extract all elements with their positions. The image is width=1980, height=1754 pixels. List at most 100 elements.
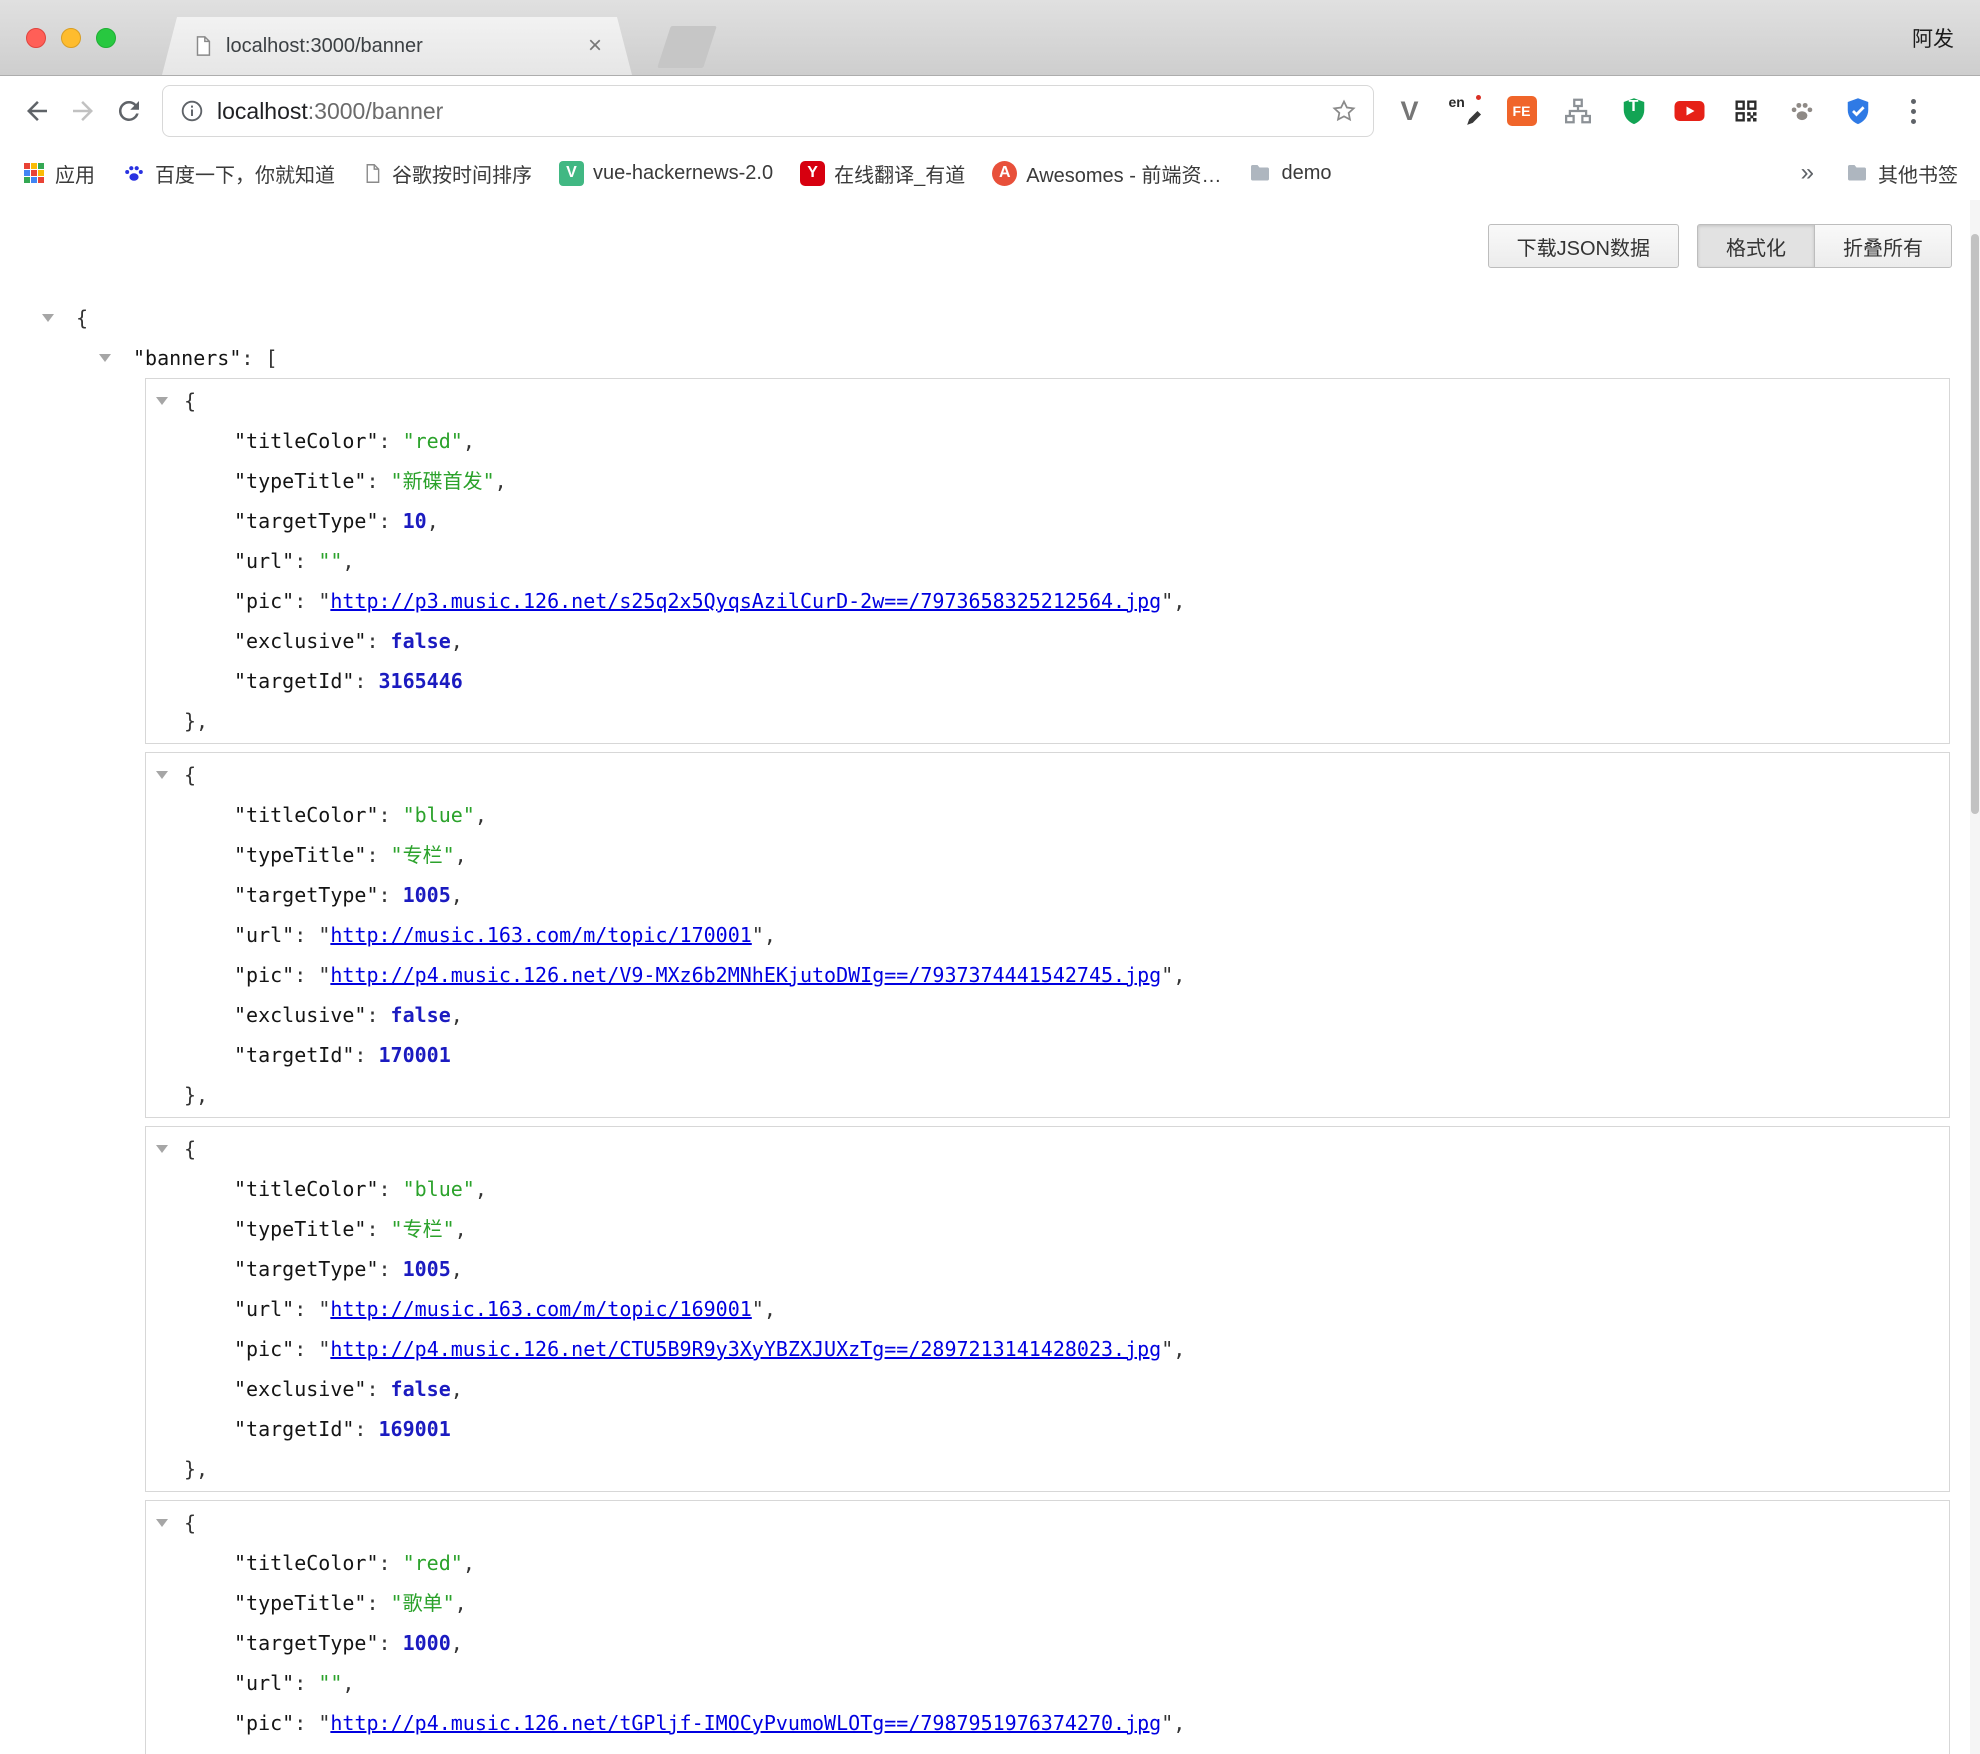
youtube-icon xyxy=(1673,99,1706,123)
browser-tab[interactable]: localhost:3000/banner × xyxy=(162,17,632,75)
json-url-link[interactable]: http://p4.music.126.net/CTU5B9R9y3XyYBZX… xyxy=(330,1337,1161,1361)
qr-code-icon xyxy=(1732,97,1760,125)
other-bookmarks[interactable]: 其他书签 xyxy=(1845,159,1958,188)
json-url-link[interactable]: http://p4.music.126.net/V9-MXz6b2MNhEKju… xyxy=(330,963,1161,987)
back-button[interactable] xyxy=(14,88,60,134)
url-path: :3000/banner xyxy=(308,98,444,124)
scrollbar-thumb[interactable] xyxy=(1971,234,1979,814)
extension-qr-button[interactable] xyxy=(1727,91,1764,131)
download-json-button[interactable]: 下载JSON数据 xyxy=(1488,224,1679,268)
folder-icon xyxy=(1845,161,1869,185)
json-line: "exclusive": false, xyxy=(146,995,1949,1035)
format-button[interactable]: 格式化 xyxy=(1697,224,1815,268)
collapse-triangle-icon[interactable] xyxy=(156,771,168,779)
window-minimize-button[interactable] xyxy=(61,28,81,48)
json-line: "typeTitle": "专栏", xyxy=(146,835,1949,875)
json-line: "titleColor": "blue", xyxy=(146,1169,1949,1209)
bookmark-label: 应用 xyxy=(55,159,95,188)
bookmark-vue-hackernews[interactable]: V vue-hackernews-2.0 xyxy=(559,161,773,186)
extension-fe-button[interactable]: FE xyxy=(1503,91,1540,131)
extension-youtube-button[interactable] xyxy=(1671,91,1708,131)
scrollbar-track[interactable] xyxy=(1970,200,1980,1754)
collapse-triangle-icon[interactable] xyxy=(156,1519,168,1527)
bookmark-awesomes[interactable]: A Awesomes - 前端资… xyxy=(992,159,1221,188)
reload-button[interactable] xyxy=(106,88,152,134)
paw-icon xyxy=(1788,97,1816,125)
json-array-item: {"titleColor": "blue","typeTitle": "专栏",… xyxy=(145,752,1950,1118)
vimium-icon: V xyxy=(1400,96,1418,127)
window-close-button[interactable] xyxy=(26,28,46,48)
json-line: "exclusive": false, xyxy=(146,1743,1949,1754)
new-tab-button[interactable] xyxy=(657,26,717,68)
json-array-item: {"titleColor": "red","typeTitle": "歌单","… xyxy=(145,1500,1950,1754)
json-line: }, xyxy=(146,701,1949,741)
format-collapse-group: 格式化 折叠所有 xyxy=(1697,224,1952,268)
json-line: "titleColor": "blue", xyxy=(146,795,1949,835)
extension-shield-t-button[interactable]: T xyxy=(1615,91,1652,131)
other-bookmarks-label: 其他书签 xyxy=(1878,159,1958,188)
json-line: { xyxy=(146,755,1949,795)
json-line: }, xyxy=(146,1075,1949,1115)
forward-arrow-icon xyxy=(68,96,98,126)
bookmark-youdao-translate[interactable]: Y 在线翻译_有道 xyxy=(800,159,965,188)
extension-paw-button[interactable] xyxy=(1783,91,1820,131)
json-line: "pic": "http://p4.music.126.net/tGPljf-I… xyxy=(146,1703,1949,1743)
bookmark-baidu[interactable]: 百度一下，你就知道 xyxy=(122,159,335,188)
bookmarks-overflow-chevron[interactable]: » xyxy=(1797,159,1818,187)
json-line: "typeTitle": "新碟首发", xyxy=(146,461,1949,501)
window-controls xyxy=(26,28,116,48)
collapse-triangle-icon[interactable] xyxy=(156,397,168,405)
json-line: "targetId": 170001 xyxy=(146,1035,1949,1075)
extension-orgchart-button[interactable] xyxy=(1559,91,1596,131)
extension-shield-check-button[interactable] xyxy=(1839,91,1876,131)
json-line: "typeTitle": "歌单", xyxy=(146,1583,1949,1623)
bookmark-label: demo xyxy=(1281,162,1331,185)
forward-button[interactable] xyxy=(60,88,106,134)
bookmark-label: 谷歌按时间排序 xyxy=(392,159,532,188)
json-line: "targetType": 1000, xyxy=(146,1623,1949,1663)
json-line: "targetType": 1005, xyxy=(146,1249,1949,1289)
extension-translate-button[interactable]: en xyxy=(1447,91,1484,131)
browser-menu-button[interactable] xyxy=(1895,91,1932,131)
bookmark-label: 在线翻译_有道 xyxy=(834,159,965,188)
url-bar[interactable]: localhost:3000/banner xyxy=(162,85,1374,137)
baidu-paw-icon xyxy=(122,161,146,185)
json-line: "url": "http://music.163.com/m/topic/170… xyxy=(146,915,1949,955)
json-url-link[interactable]: http://p4.music.126.net/tGPljf-IMOCyPvum… xyxy=(330,1711,1161,1735)
collapse-triangle-icon[interactable] xyxy=(156,1145,168,1153)
blue-shield-icon xyxy=(1843,96,1873,126)
json-url-link[interactable]: http://music.163.com/m/topic/169001 xyxy=(330,1297,751,1321)
org-chart-icon xyxy=(1563,96,1593,126)
extensions-row: V en FE T xyxy=(1391,91,1932,131)
json-url-link[interactable]: http://p3.music.126.net/s25q2x5QyqsAzilC… xyxy=(330,589,1161,613)
page-content: 下载JSON数据 格式化 折叠所有 {"banners": [{"titleCo… xyxy=(0,200,1980,1754)
url-text: localhost:3000/banner xyxy=(217,98,1319,125)
json-line: "url": "http://music.163.com/m/topic/169… xyxy=(146,1289,1949,1329)
vue-icon: V xyxy=(559,161,584,186)
tab-title: localhost:3000/banner xyxy=(226,35,576,58)
page-info-icon[interactable] xyxy=(179,98,205,124)
collapse-triangle-icon[interactable] xyxy=(42,314,54,322)
json-line: "titleColor": "red", xyxy=(146,1543,1949,1583)
profile-name[interactable]: 阿发 xyxy=(1912,0,1954,76)
json-array-item: {"titleColor": "red","typeTitle": "新碟首发"… xyxy=(145,378,1950,744)
tab-close-icon[interactable]: × xyxy=(588,34,602,58)
window-zoom-button[interactable] xyxy=(96,28,116,48)
json-line: "targetType": 10, xyxy=(146,501,1949,541)
page-icon xyxy=(362,163,383,184)
bookmark-demo-folder[interactable]: demo xyxy=(1248,161,1331,185)
bookmark-apps[interactable]: 应用 xyxy=(22,159,95,188)
json-line: "url": "", xyxy=(146,1663,1949,1703)
json-line: "banners": [ xyxy=(0,338,1980,378)
bookmark-star-icon[interactable] xyxy=(1331,98,1357,124)
page-favicon-icon xyxy=(192,35,214,57)
json-line: { xyxy=(146,1503,1949,1543)
json-line: "pic": "http://p4.music.126.net/CTU5B9R9… xyxy=(146,1329,1949,1369)
collapse-all-button[interactable]: 折叠所有 xyxy=(1814,224,1952,268)
collapse-triangle-icon[interactable] xyxy=(99,354,111,362)
json-url-link[interactable]: http://music.163.com/m/topic/170001 xyxy=(330,923,751,947)
awesomes-icon: A xyxy=(992,161,1017,186)
extension-vimium-button[interactable]: V xyxy=(1391,91,1428,131)
json-view: {"banners": [{"titleColor": "red","typeT… xyxy=(0,298,1980,1754)
bookmark-google-sort[interactable]: 谷歌按时间排序 xyxy=(362,159,532,188)
